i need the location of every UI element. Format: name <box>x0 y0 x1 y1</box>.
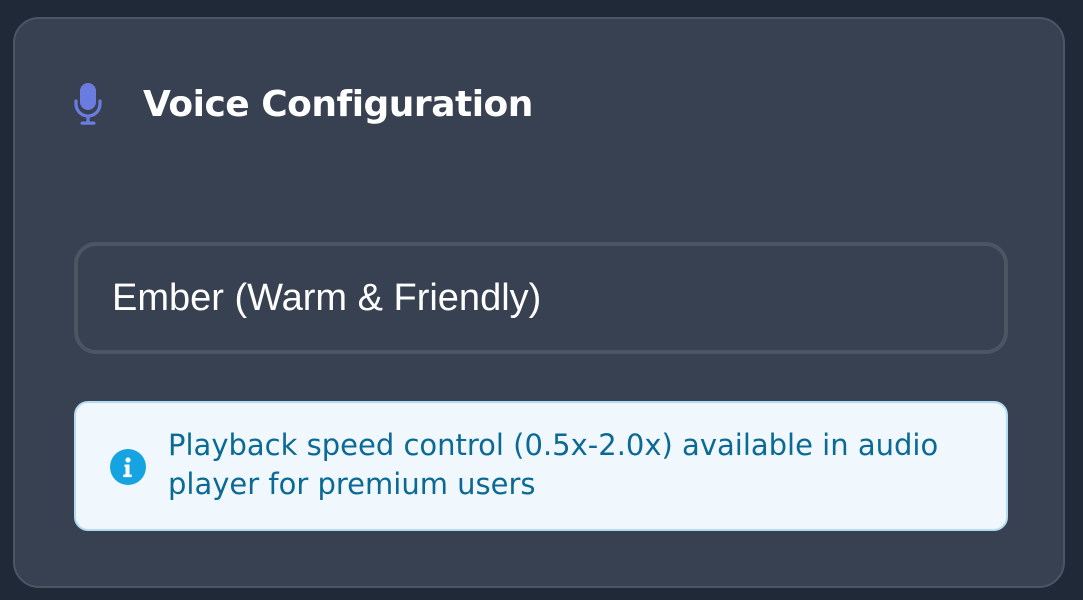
voice-select-value: Ember (Warm & Friendly) <box>112 276 542 319</box>
voice-select[interactable]: Ember (Warm & Friendly) <box>74 242 1008 354</box>
info-notice-text: Playback speed control (0.5x-2.0x) avail… <box>168 428 939 501</box>
card-header: Voice Configuration <box>72 79 533 129</box>
microphone-icon <box>72 82 104 126</box>
voice-configuration-card: Voice Configuration Ember (Warm & Friend… <box>13 17 1065 588</box>
info-icon <box>110 449 146 485</box>
info-notice: Playback speed control (0.5x-2.0x) avail… <box>74 401 1008 531</box>
panel-title: Voice Configuration <box>143 83 533 125</box>
